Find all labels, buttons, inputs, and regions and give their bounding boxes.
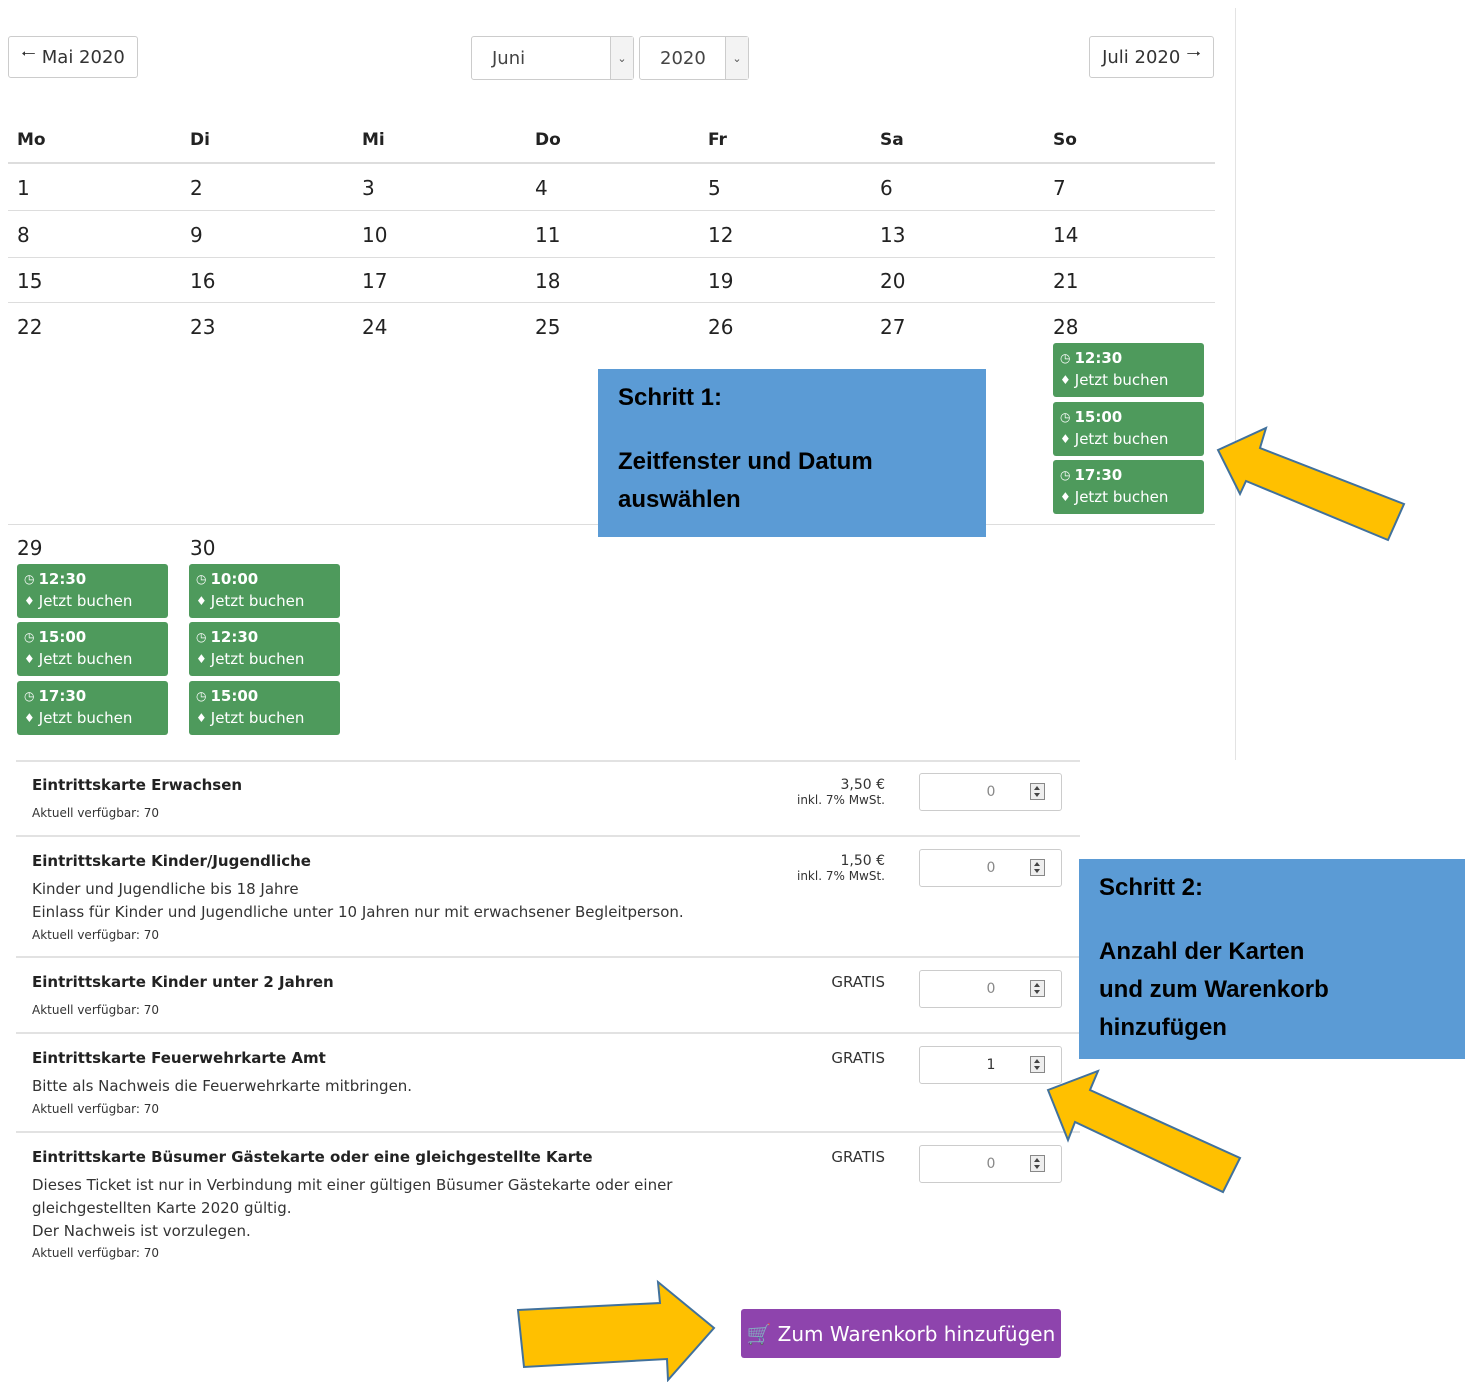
- arrow-annotations: [516, 426, 1406, 1382]
- arrow-step-2: [1046, 1069, 1242, 1194]
- arrow-step-3: [516, 1279, 716, 1382]
- arrow-step-1: [1216, 426, 1406, 542]
